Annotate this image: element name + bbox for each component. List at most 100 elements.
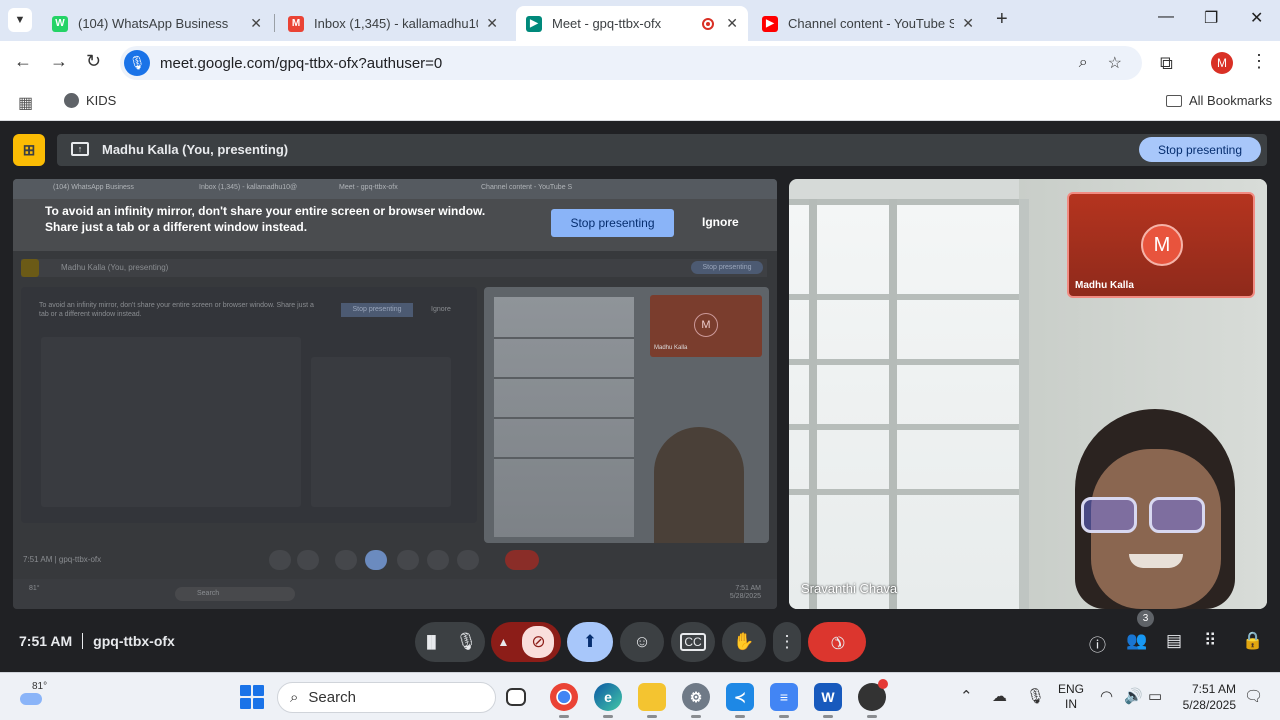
word-icon[interactable]: W bbox=[814, 683, 842, 718]
battery-icon[interactable]: ▭ bbox=[1148, 687, 1162, 705]
browser-menu-icon[interactable]: ⋮ bbox=[1250, 51, 1268, 72]
audio-level-icon[interactable]: ▐▌ bbox=[423, 635, 440, 649]
nested-self-tile: M Madhu Kalla bbox=[650, 295, 762, 357]
people-icon[interactable]: 👥 bbox=[1126, 631, 1147, 651]
mirror-stop-presenting-button[interactable]: Stop presenting bbox=[551, 209, 674, 237]
profile-avatar[interactable]: M bbox=[1211, 52, 1233, 74]
taskbar-search[interactable]: ⌕ Search bbox=[277, 682, 496, 713]
microphone-icon[interactable]: 🎙 bbox=[456, 632, 478, 652]
nested-tab: Channel content - YouTube S bbox=[481, 184, 573, 191]
close-tab-icon[interactable]: ✕ bbox=[250, 15, 262, 32]
camera-off-icon[interactable]: ⊘ bbox=[522, 626, 555, 658]
close-tab-icon[interactable]: ✕ bbox=[962, 15, 974, 32]
minimize-icon[interactable]: — bbox=[1158, 8, 1174, 26]
meet-controls-bar: 7:51 AM gpq-ttbx-ofx ▐▌ 🎙 ▲ ⊘ ⬆ ☺ CC ✋ ⋮… bbox=[0, 610, 1280, 672]
leave-call-button[interactable]: ✆ bbox=[808, 622, 866, 662]
bookmark-star-icon[interactable]: ☆ bbox=[1108, 53, 1122, 73]
new-tab-icon[interactable]: + bbox=[996, 8, 1008, 31]
bookmark-kids[interactable]: KIDS bbox=[64, 93, 116, 108]
mirror-warning-text: To avoid an infinity mirror, don't share… bbox=[45, 204, 486, 234]
vscode-icon[interactable]: ≺ bbox=[726, 683, 754, 718]
taskbar-clock[interactable]: 7:51 AM 5/28/2025 bbox=[1180, 681, 1236, 713]
nested-self-name: Madhu Kalla bbox=[654, 345, 688, 351]
camera-controls: ▲ ⊘ bbox=[491, 622, 561, 662]
presenting-bar: ↑ Madhu Kalla (You, presenting) Stop pre… bbox=[57, 134, 1267, 166]
settings-gear-icon[interactable]: ⚙ bbox=[682, 683, 710, 718]
self-view-tile[interactable]: M Madhu Kalla bbox=[1067, 192, 1255, 298]
tab-youtube-studio[interactable]: ▶ Channel content - YouTube Stu ✕ bbox=[752, 6, 984, 41]
restore-icon[interactable]: ❐ bbox=[1204, 8, 1218, 28]
gmail-icon: M bbox=[288, 15, 304, 32]
close-tab-icon[interactable]: ✕ bbox=[726, 15, 738, 32]
nested-tab-strip: (104) WhatsApp Business Inbox (1,345) - … bbox=[13, 179, 777, 199]
file-explorer-icon[interactable] bbox=[638, 683, 666, 718]
present-now-button[interactable]: ⬆ bbox=[567, 622, 613, 662]
window-background bbox=[789, 199, 1029, 609]
participant-name: Sravanthi Chava bbox=[801, 581, 898, 596]
hand-icon: ✋ bbox=[733, 632, 755, 651]
close-tab-icon[interactable]: ✕ bbox=[486, 15, 498, 32]
nested-weather: 81° bbox=[29, 585, 40, 592]
more-options-button[interactable]: ⋮ bbox=[773, 622, 801, 662]
back-arrow-icon[interactable]: ← bbox=[14, 51, 32, 72]
forward-arrow-icon[interactable]: → bbox=[50, 51, 68, 72]
meet-icon: ▶ bbox=[526, 15, 542, 32]
nested-control bbox=[397, 550, 419, 570]
meet-presenting-icon: ⊞ bbox=[13, 134, 45, 166]
nested-recursion-box bbox=[311, 357, 451, 507]
tab-meet[interactable]: ▶ Meet - gpq-ttbx-ofx ✕ bbox=[516, 6, 748, 41]
url-text[interactable]: meet.google.com/gpq-ttbx-ofx?authuser=0 bbox=[160, 55, 1079, 72]
nested-taskbar: 81° Search 7:51 AM 5/28/2025 bbox=[13, 579, 777, 609]
nested-tab: Inbox (1,345) - kallamadhu10@ bbox=[199, 184, 298, 191]
all-bookmarks-label: All Bookmarks bbox=[1189, 93, 1273, 108]
zoom-icon[interactable]: ⌕ bbox=[1079, 54, 1088, 72]
notepad-icon[interactable]: ≡ bbox=[770, 683, 798, 718]
voice-search-icon[interactable]: 🎙 bbox=[124, 50, 150, 76]
nested-clock: 7:51 AM 5/28/2025 bbox=[729, 585, 761, 600]
nested-tab: Meet - gpq-ttbx-ofx bbox=[339, 184, 398, 191]
nested-meet-screen: Madhu Kalla (You, presenting) Stop prese… bbox=[13, 251, 777, 609]
chrome-icon[interactable] bbox=[550, 683, 578, 718]
camera-options-chevron-icon[interactable]: ▲ bbox=[498, 635, 510, 649]
volume-icon[interactable]: 🔊 bbox=[1124, 687, 1143, 705]
all-bookmarks[interactable]: All Bookmarks bbox=[1166, 93, 1272, 108]
emoji-reaction-button[interactable]: ☺ bbox=[620, 622, 664, 662]
tab-gmail[interactable]: M Inbox (1,345) - kallamadhu10@ ✕ bbox=[278, 6, 508, 41]
chat-icon[interactable]: ▤ bbox=[1166, 631, 1182, 651]
microphone-tray-icon[interactable]: 🎙 bbox=[1026, 687, 1045, 705]
close-window-icon[interactable]: ✕ bbox=[1250, 8, 1263, 28]
nested-camera-tile: M Madhu Kalla bbox=[484, 287, 769, 543]
nested-shared-screen: To avoid an infinity mirror, don't share… bbox=[21, 287, 477, 523]
weather-widget[interactable]: 81° bbox=[16, 681, 50, 713]
nested-stop-button: Stop presenting bbox=[691, 261, 763, 274]
notifications-icon[interactable]: 🗨 bbox=[1244, 687, 1263, 705]
captions-button[interactable]: CC bbox=[671, 622, 715, 662]
app-with-notification-icon[interactable] bbox=[858, 679, 888, 718]
nested-time-code: 7:51 AM | gpq-ttbx-ofx bbox=[23, 555, 102, 564]
activities-icon[interactable]: ⠿ bbox=[1204, 631, 1216, 651]
meeting-details-icon[interactable]: ⓘ bbox=[1089, 631, 1106, 656]
nested-control bbox=[297, 550, 319, 570]
nested-person-image bbox=[654, 427, 744, 543]
tab-search-chevron-icon[interactable]: ▼ bbox=[8, 8, 32, 32]
stop-presenting-button[interactable]: Stop presenting bbox=[1138, 137, 1261, 162]
task-view-icon[interactable] bbox=[506, 688, 526, 706]
ignore-button[interactable]: Ignore bbox=[702, 215, 739, 229]
self-avatar: M bbox=[1141, 224, 1183, 266]
address-bar[interactable]: 🎙 meet.google.com/gpq-ttbx-ofx?authuser=… bbox=[120, 46, 1142, 80]
host-controls-icon[interactable]: 🔒 bbox=[1242, 631, 1263, 651]
edge-icon[interactable]: e bbox=[594, 683, 622, 718]
raise-hand-button[interactable]: ✋ bbox=[722, 622, 766, 662]
extensions-icon[interactable]: ⧉ bbox=[1160, 53, 1173, 74]
nested-presenting-label: Madhu Kalla (You, presenting) bbox=[61, 263, 169, 272]
youtube-icon: ▶ bbox=[762, 15, 778, 32]
tab-whatsapp[interactable]: W (104) WhatsApp Business ✕ bbox=[42, 6, 272, 41]
wifi-icon[interactable]: ◠ bbox=[1100, 687, 1113, 705]
windows-start-icon[interactable] bbox=[240, 685, 264, 709]
apps-grid-icon[interactable]: ▦ bbox=[18, 93, 33, 113]
cloud-icon[interactable]: ☁ bbox=[992, 687, 1007, 705]
show-hidden-icons-chevron[interactable]: ⌃ bbox=[960, 687, 973, 705]
meet-window: ⊞ ↑ Madhu Kalla (You, presenting) Stop p… bbox=[0, 122, 1280, 672]
language-indicator[interactable]: ENG IN bbox=[1058, 682, 1084, 712]
reload-icon[interactable]: ↻ bbox=[86, 51, 101, 72]
